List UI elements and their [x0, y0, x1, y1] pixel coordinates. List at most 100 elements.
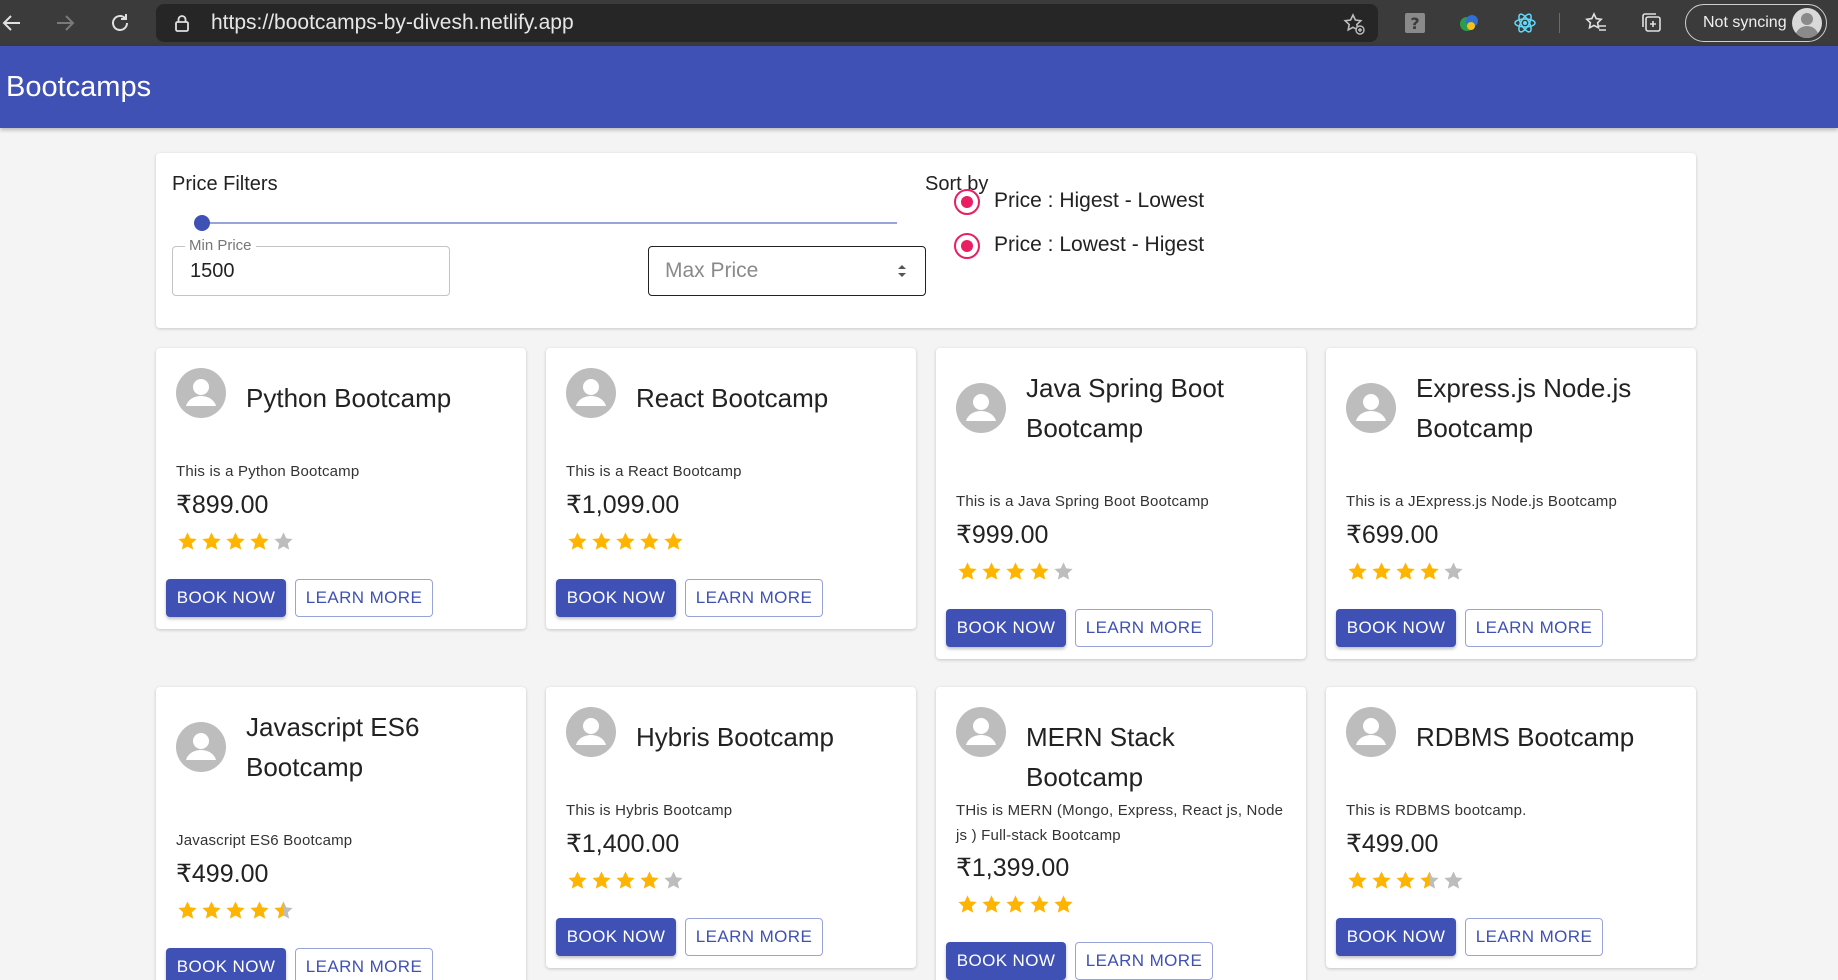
bootcamp-price: ₹1,099.00 — [566, 491, 680, 519]
rating-stars — [1346, 560, 1466, 584]
bootcamp-avatar-icon — [566, 368, 616, 418]
price-filters-title: Price Filters — [172, 173, 278, 195]
star-icon — [274, 901, 293, 919]
star-icon — [274, 532, 293, 550]
forward-arrow-icon — [57, 15, 75, 31]
favorite-add-icon[interactable] — [1342, 12, 1366, 36]
star-icon — [226, 901, 245, 919]
learn-more-button[interactable]: LEARN MORE — [685, 579, 823, 617]
bootcamp-description: This is Hybris Bootcamp — [566, 802, 733, 819]
lock-icon — [175, 15, 189, 32]
star-icon — [568, 532, 587, 550]
book-now-button[interactable]: BOOK NOW — [166, 579, 286, 617]
sort-high-low-label: Price : Higest - Lowest — [994, 189, 1205, 212]
bootcamp-description: This is a Python Bootcamp — [176, 463, 360, 480]
bootcamp-avatar-icon — [1346, 383, 1396, 433]
bootcamp-card: Python Bootcamp This is a Python Bootcamp… — [156, 348, 526, 629]
bootcamp-price: ₹899.00 — [176, 491, 269, 519]
address-bar[interactable]: https://bootcamps-by-divesh.netlify.app — [156, 4, 1378, 42]
bootcamp-card: MERN Stack Bootcamp THis is MERN (Mongo, … — [936, 687, 1306, 980]
book-now-button[interactable]: BOOK NOW — [1336, 609, 1456, 647]
rating-stars — [566, 869, 686, 893]
star-icon — [958, 895, 977, 913]
book-now-button[interactable]: BOOK NOW — [556, 579, 676, 617]
bootcamp-title: Javascript ES6 Bootcamp — [246, 712, 420, 782]
reload-button[interactable] — [97, 0, 143, 46]
bootcamp-title: Express.js Node.js Bootcamp — [1416, 373, 1632, 443]
sync-label: Not syncing — [1703, 14, 1787, 31]
number-spinner-icon[interactable] — [895, 261, 909, 281]
bootcamp-card: Express.js Node.js Bootcamp This is a JEx… — [1326, 348, 1696, 659]
star-icon — [1372, 871, 1391, 889]
learn-more-button[interactable]: LEARN MORE — [1465, 918, 1603, 956]
bootcamp-description: This is a React Bootcamp — [566, 463, 742, 480]
star-icon — [1054, 895, 1073, 913]
min-price-field[interactable]: Min Price 1500 — [172, 237, 450, 296]
learn-more-button[interactable]: LEARN MORE — [685, 918, 823, 956]
rating-stars — [1346, 869, 1466, 893]
learn-more-button[interactable]: LEARN MORE — [1075, 609, 1213, 647]
book-now-button[interactable]: BOOK NOW — [166, 948, 286, 980]
star-icon — [616, 532, 635, 550]
star-icon — [1396, 871, 1415, 889]
collections-icon[interactable] — [1640, 11, 1664, 35]
bootcamp-card: RDBMS Bootcamp This is RDBMS bootcamp. ₹49… — [1326, 687, 1696, 968]
filter-panel: Price Filters Min Price 1500 Max Price S… — [156, 153, 1696, 328]
favorites-icon[interactable] — [1584, 11, 1608, 35]
book-now-button[interactable]: BOOK NOW — [946, 609, 1066, 647]
toolbar-divider — [1559, 13, 1560, 33]
bootcamp-description: THis is MERN (Mongo, Express, React js, … — [956, 802, 1284, 844]
colorful-extension-icon[interactable] — [1457, 11, 1481, 35]
star-icon — [250, 901, 269, 919]
browser-toolbar: https://bootcamps-by-divesh.netlify.app … — [0, 0, 1838, 46]
price-slider-track[interactable] — [201, 222, 897, 224]
star-icon — [1396, 562, 1415, 580]
bootcamp-card: Java Spring Boot Bootcamp This is a Java … — [936, 348, 1306, 659]
react-devtools-icon[interactable] — [1513, 11, 1537, 35]
star-icon — [202, 901, 221, 919]
learn-more-button[interactable]: LEARN MORE — [295, 948, 433, 980]
bootcamp-avatar-icon — [176, 722, 226, 772]
star-icon — [1348, 562, 1367, 580]
star-icon — [1420, 562, 1439, 580]
max-price-field[interactable]: Max Price — [648, 246, 926, 296]
back-arrow-icon — [2, 15, 20, 31]
min-price-value[interactable]: 1500 — [190, 260, 235, 283]
star-icon — [226, 532, 245, 550]
sort-low-high-radio[interactable] — [954, 233, 980, 259]
bootcamp-price: ₹699.00 — [1346, 521, 1439, 549]
help-extension-icon[interactable]: ? — [1403, 11, 1427, 35]
sync-status-button[interactable]: Not syncing — [1685, 4, 1827, 42]
star-icon — [958, 562, 977, 580]
star-icon — [1444, 871, 1463, 889]
bootcamp-description: This is a Java Spring Boot Bootcamp — [956, 493, 1209, 510]
book-now-button[interactable]: BOOK NOW — [946, 942, 1066, 980]
reload-icon — [112, 14, 128, 31]
bootcamp-price: ₹999.00 — [956, 521, 1049, 549]
app-title: Bootcamps — [6, 71, 152, 103]
book-now-button[interactable]: BOOK NOW — [556, 918, 676, 956]
star-icon — [640, 871, 659, 889]
star-icon — [664, 532, 683, 550]
star-icon — [1372, 562, 1391, 580]
star-icon — [1444, 562, 1463, 580]
learn-more-button[interactable]: LEARN MORE — [295, 579, 433, 617]
star-icon — [616, 871, 635, 889]
star-icon — [1420, 871, 1439, 889]
bootcamp-description: This is RDBMS bootcamp. — [1346, 802, 1527, 819]
bootcamp-price: ₹1,400.00 — [566, 830, 680, 858]
star-icon — [592, 871, 611, 889]
svg-text:?: ? — [1410, 14, 1419, 33]
star-icon — [1348, 871, 1367, 889]
sort-high-low-radio[interactable] — [954, 189, 980, 215]
bootcamp-title: Python Bootcamp — [246, 383, 452, 413]
back-button[interactable] — [0, 0, 35, 46]
learn-more-button[interactable]: LEARN MORE — [1075, 942, 1213, 980]
price-slider-thumb[interactable] — [194, 215, 210, 231]
forward-button[interactable] — [42, 0, 88, 46]
star-icon — [640, 532, 659, 550]
learn-more-button[interactable]: LEARN MORE — [1465, 609, 1603, 647]
book-now-button[interactable]: BOOK NOW — [1336, 918, 1456, 956]
rating-stars — [176, 899, 296, 923]
url-text: https://bootcamps-by-divesh.netlify.app — [211, 11, 574, 34]
